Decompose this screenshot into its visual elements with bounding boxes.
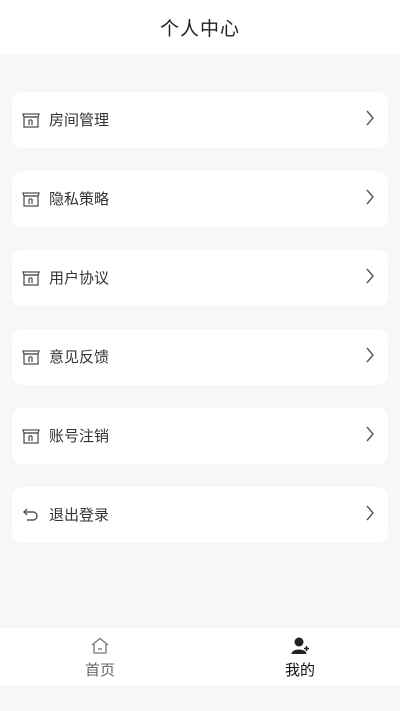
menu-item-privacy-policy[interactable]: 隐私策略: [12, 171, 388, 227]
chevron-right-icon: [364, 188, 376, 206]
tab-label: 首页: [84, 661, 115, 679]
store-icon: [21, 110, 41, 130]
store-icon: [21, 189, 41, 209]
tab-mine[interactable]: 我的: [200, 628, 400, 685]
menu-item-label: 用户协议: [49, 269, 110, 287]
menu-item-room-management[interactable]: 房间管理: [12, 92, 388, 148]
chevron-right-icon: [364, 346, 376, 364]
menu-item-user-agreement[interactable]: 用户协议: [12, 250, 388, 306]
menu-item-account-deletion[interactable]: 账号注销: [12, 408, 388, 464]
chevron-right-icon: [364, 425, 376, 443]
chevron-right-icon: [364, 504, 376, 522]
store-icon: [21, 347, 41, 367]
bottom-tab-bar: 首页 我的: [0, 628, 400, 685]
page-title: 个人中心: [159, 17, 240, 40]
page-header: 个人中心: [0, 0, 400, 54]
store-icon: [21, 268, 41, 288]
menu-item-label: 退出登录: [49, 506, 110, 524]
menu-item-label: 隐私策略: [49, 190, 110, 208]
chevron-right-icon: [364, 109, 376, 127]
store-icon: [21, 426, 41, 446]
menu-item-feedback[interactable]: 意见反馈: [12, 329, 388, 385]
menu-item-label: 房间管理: [49, 111, 110, 129]
menu-item-logout[interactable]: 退出登录: [12, 487, 388, 543]
tab-home[interactable]: 首页: [0, 628, 200, 685]
menu-item-label: 账号注销: [49, 427, 110, 445]
home-icon: [89, 636, 111, 656]
tab-label: 我的: [284, 661, 315, 679]
menu-item-label: 意见反馈: [49, 348, 110, 366]
undo-arrow-icon: [21, 505, 41, 525]
chevron-right-icon: [364, 267, 376, 285]
user-icon: [289, 636, 311, 656]
